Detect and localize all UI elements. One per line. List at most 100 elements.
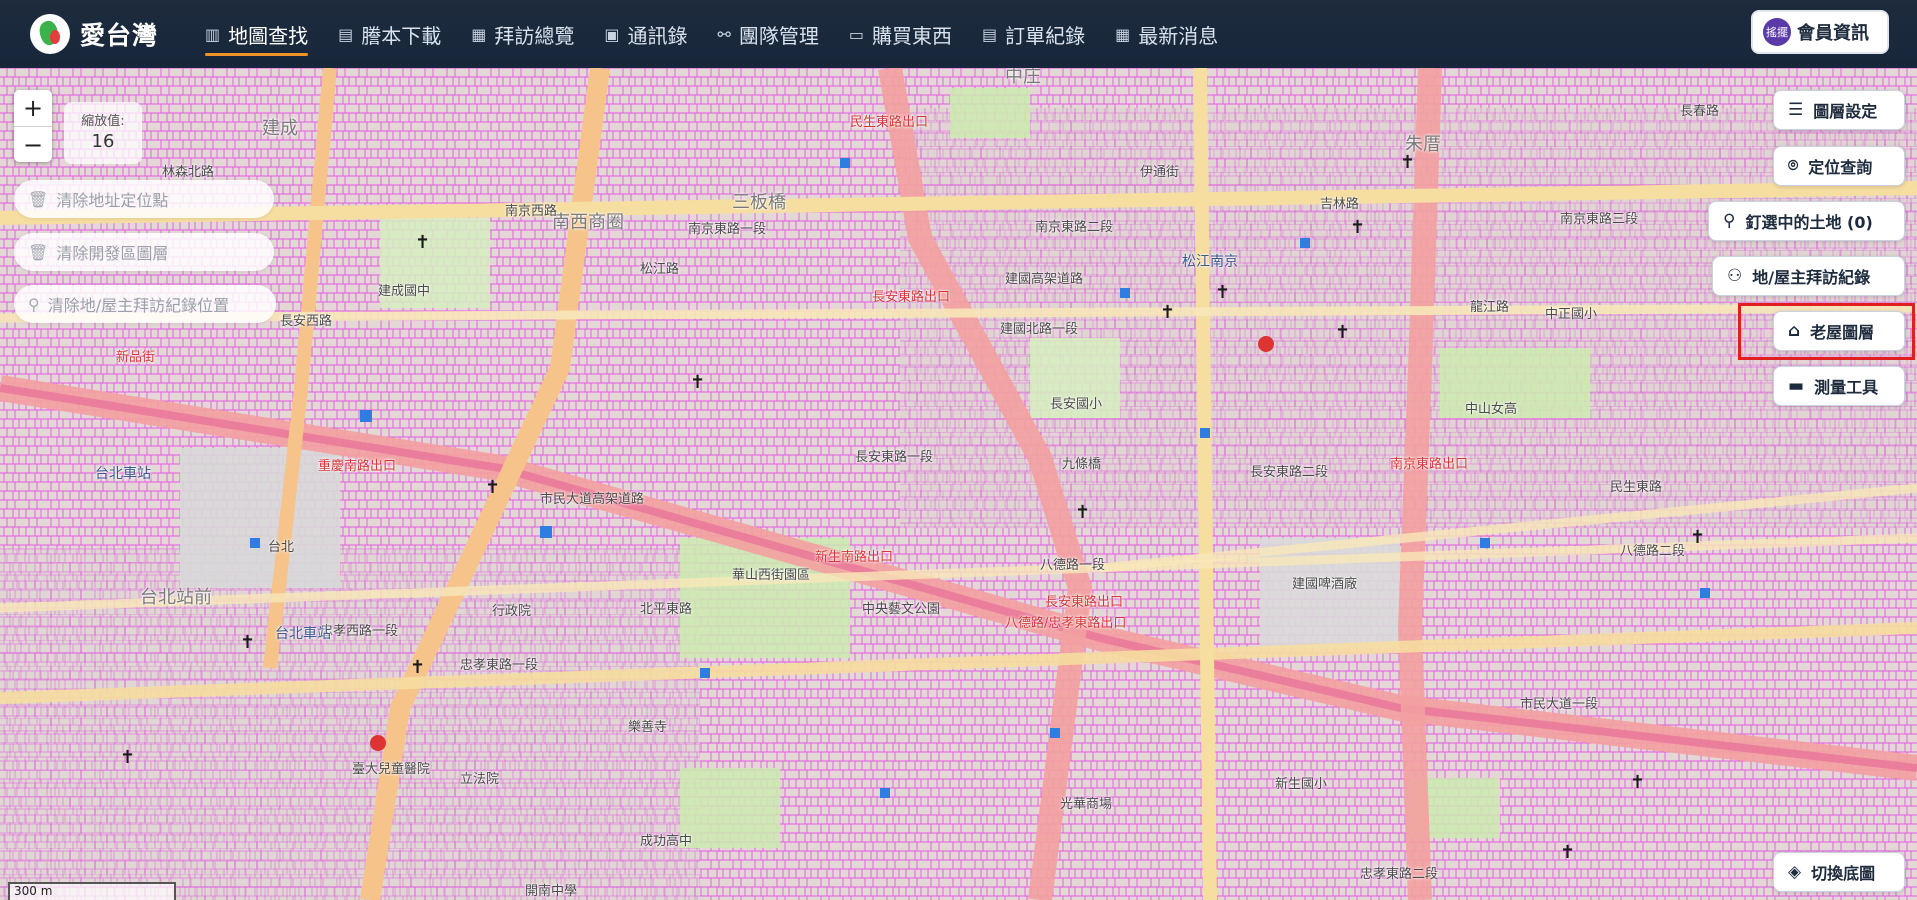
- clear-development-layer-button[interactable]: 🗑 清除開發區圖層: [14, 233, 274, 271]
- road-label: 八德路二段: [1620, 544, 1686, 559]
- scale-bar: 300 m: [8, 882, 176, 900]
- place-label: 成功高中: [640, 834, 693, 849]
- brand-name: 愛台灣: [80, 21, 159, 50]
- button-label: 切換底圖: [1811, 864, 1876, 883]
- exit-label: 民生東路出口: [850, 115, 929, 130]
- button-label: 定位查詢: [1808, 158, 1873, 177]
- place-label: 華山西街園區: [732, 568, 811, 583]
- main-nav: ▥ 地圖查找 ▤ 謄本下載 ▦ 拜訪總覽 ▣ 通訊錄 ⚯ 團隊管理 ▭ 購買東西…: [190, 0, 1233, 68]
- zoom-in-button[interactable]: +: [14, 90, 52, 126]
- zoom-level-label: 縮放值:: [81, 114, 125, 129]
- road-label: 民生東路: [1610, 480, 1663, 495]
- member-info-label: 會員資訊: [1797, 23, 1869, 44]
- button-label: 清除開發區圖層: [56, 244, 169, 263]
- svg-text:✝: ✝: [1215, 282, 1230, 303]
- map-label: 九條橋: [1062, 457, 1102, 472]
- svg-text:✝: ✝: [1160, 302, 1175, 323]
- nav-item-label: 團隊管理: [738, 23, 819, 48]
- brand[interactable]: 愛台灣: [30, 14, 190, 54]
- road-label: 伊通街: [1140, 165, 1180, 180]
- nav-item-visit-overview[interactable]: ▦ 拜訪總覽: [456, 0, 589, 68]
- road-label: 長安東路二段: [1250, 465, 1329, 480]
- layer-settings-button[interactable]: ☰ 圖層設定: [1773, 90, 1905, 130]
- place-label: 台北車站: [275, 626, 331, 642]
- road-label: 南京西路: [505, 204, 558, 219]
- clear-address-marker-button[interactable]: 🗑 清除地址定位點: [14, 180, 274, 218]
- svg-text:✝: ✝: [1690, 527, 1705, 548]
- road-label: 北平東路: [640, 602, 693, 617]
- road-label: 市民大道高架道路: [540, 492, 645, 507]
- map-label: 中庄: [1005, 68, 1041, 87]
- exit-label: 新品街: [116, 350, 156, 365]
- button-label: 釘選中的土地 (0): [1745, 213, 1873, 232]
- button-label: 清除地/屋主拜訪紀錄位置: [47, 296, 230, 315]
- selection-highlight: [1738, 303, 1915, 360]
- map-label: 南西商圈: [552, 212, 624, 233]
- chart-icon: ▦: [471, 24, 487, 44]
- document-icon: ▤: [338, 24, 354, 44]
- nav-item-map-search[interactable]: ▥ 地圖查找: [190, 0, 323, 68]
- zoom-out-button[interactable]: −: [14, 126, 52, 162]
- map-label: 台北站前: [140, 587, 212, 608]
- nav-item-transcript-download[interactable]: ▤ 謄本下載: [323, 0, 456, 68]
- nav-item-latest-news[interactable]: ▦ 最新消息: [1100, 0, 1233, 68]
- road-label: 長安東路一段: [855, 450, 934, 465]
- place-label: 台北: [268, 540, 295, 555]
- nav-item-label: 最新消息: [1138, 23, 1219, 48]
- road-label: 吉林路: [1320, 197, 1360, 212]
- sitemap-icon: ⚯: [717, 24, 731, 44]
- nav-item-label: 購買東西: [872, 23, 953, 48]
- svg-text:✝: ✝: [1560, 842, 1575, 863]
- zoom-level-display: 縮放值: 16: [64, 102, 142, 164]
- exit-label: 新生南路出口: [815, 550, 894, 565]
- owner-visit-record-button[interactable]: ⚇ 地/屋主拜訪紀錄: [1712, 256, 1905, 296]
- svg-text:✝: ✝: [410, 657, 425, 678]
- nav-item-label: 謄本下載: [361, 23, 442, 48]
- road-label: 八德路一段: [1040, 558, 1106, 573]
- location-search-button[interactable]: ⌾ 定位查詢: [1773, 146, 1905, 186]
- place-label: 中山女高: [1465, 402, 1518, 417]
- road-label: 長安西路: [280, 314, 333, 329]
- road-label: 長春路: [1680, 104, 1720, 119]
- road-label: 南京東路二段: [1035, 220, 1114, 235]
- road-label: 南京東路三段: [1560, 212, 1639, 227]
- nav-item-shop[interactable]: ▭ 購買東西: [834, 0, 967, 68]
- ruler-icon: ▬: [1788, 376, 1805, 396]
- svg-text:✝: ✝: [690, 372, 705, 393]
- map-pin-icon: ⌾: [1788, 156, 1799, 176]
- pinned-land-button[interactable]: ⚲ 釘選中的土地 (0): [1708, 201, 1905, 241]
- place-label: 建國啤酒廠: [1292, 577, 1358, 592]
- exit-label: 重慶南路出口: [318, 459, 397, 474]
- receipt-icon: ▤: [982, 24, 998, 44]
- map-icon: ▥: [205, 24, 221, 44]
- place-label: 台北車站: [95, 466, 151, 482]
- svg-text:✝: ✝: [1350, 217, 1365, 238]
- svg-text:✝: ✝: [1335, 322, 1350, 343]
- member-info-button[interactable]: 搖擺 會員資訊: [1751, 10, 1889, 54]
- switch-basemap-button[interactable]: ◈ 切換底圖: [1773, 852, 1905, 892]
- place-label: 新生國小: [1275, 777, 1328, 792]
- trash-icon: 🗑: [28, 189, 49, 209]
- road-label: 南京東路一段: [688, 222, 767, 237]
- user-pin-icon: ⚲: [1723, 211, 1736, 231]
- map-canvas[interactable]: ✝ ✝ ✝ ✝ ✝ ✝ ✝ ✝ ✝ ✝ ✝ ✝ ✝ ✝ ✝ 建成 南西商圈 台北站前 三板橋 九條橋…: [0, 68, 1917, 900]
- road-label: 松江路: [640, 262, 680, 277]
- place-label: 樂善寺: [628, 720, 668, 735]
- exit-label: 長安東路出口: [1045, 595, 1124, 610]
- measure-tool-button[interactable]: ▬ 測量工具: [1773, 366, 1905, 406]
- contact-card-icon: ▣: [604, 24, 620, 44]
- map-label: 三板橋: [732, 192, 786, 213]
- nav-item-contacts[interactable]: ▣ 通訊錄: [589, 0, 702, 68]
- map-label: 建成: [262, 118, 298, 139]
- trash-icon: 🗑: [28, 242, 49, 262]
- road-label: 忠孝西路一段: [320, 624, 399, 639]
- nav-item-order-history[interactable]: ▤ 訂單紀錄: [967, 0, 1100, 68]
- nav-item-team-management[interactable]: ⚯ 團隊管理: [703, 0, 834, 68]
- zoom-control: + −: [14, 90, 52, 162]
- clear-visit-record-location-button[interactable]: ⚲ 清除地/屋主拜訪紀錄位置: [14, 285, 276, 323]
- road-label: 忠孝東路一段: [460, 658, 539, 673]
- taiwan-logo-icon: [30, 14, 70, 54]
- user-location-icon: ⚲: [28, 294, 40, 314]
- sliders-icon: ☰: [1788, 100, 1804, 120]
- place-label: 開南中學: [525, 884, 578, 899]
